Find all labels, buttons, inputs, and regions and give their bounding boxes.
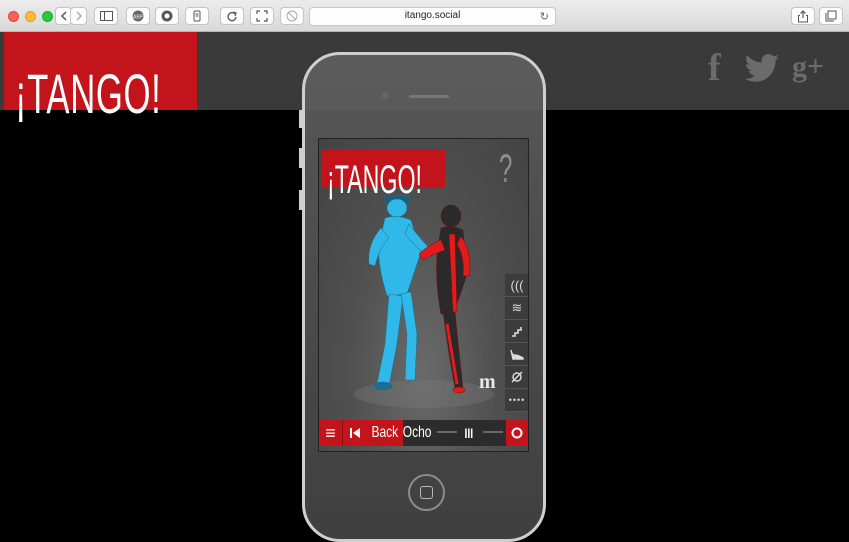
refresh-ext-icon [227, 11, 237, 22]
follow-dancer [418, 204, 471, 394]
playback-controls: ≡ Back Ocho III [319, 420, 528, 446]
app-logo: ¡TANGO! [321, 149, 445, 200]
sidebar-toggle-button[interactable] [94, 7, 118, 25]
menu-button[interactable]: ≡ [319, 420, 343, 446]
move-label: Ocho [402, 424, 432, 441]
tabs-overview-button[interactable] [819, 7, 843, 25]
svg-text:ABP: ABP [133, 15, 144, 21]
waves-icon[interactable]: ≋ [505, 297, 528, 320]
block-icon [286, 10, 298, 22]
abp-icon: ABP [132, 10, 144, 22]
ghostery-icon [161, 10, 173, 22]
fullscreen-icon [256, 10, 268, 22]
minimize-window-button[interactable] [25, 11, 36, 22]
steps-icon[interactable] [505, 320, 528, 343]
no-filter-icon[interactable] [505, 366, 528, 389]
skip-back-icon [350, 428, 360, 438]
google-plus-icon[interactable]: g+ [792, 50, 824, 84]
site-logo[interactable]: ¡TANGO! [4, 32, 197, 122]
browser-toolbar: ABP itango.social ↻ [0, 0, 849, 32]
share-icon [798, 9, 808, 22]
pause-icon: III [464, 425, 474, 441]
tabs-icon [825, 10, 837, 22]
twitter-icon[interactable] [744, 54, 780, 82]
more-dots-icon[interactable]: •••• [505, 389, 528, 412]
sound-icon[interactable]: ((( [505, 274, 528, 297]
help-button[interactable]: ? [499, 149, 512, 189]
block-extension-button[interactable] [280, 7, 304, 25]
reload-icon[interactable]: ↻ [540, 10, 549, 23]
address-bar[interactable]: itango.social ↻ [309, 7, 556, 26]
lead-dancer [368, 195, 434, 391]
chevron-right-icon [75, 11, 82, 21]
maximize-window-button[interactable] [42, 11, 53, 22]
back-label: Back [371, 424, 399, 441]
model-mark[interactable]: m [479, 371, 496, 394]
share-button[interactable] [791, 7, 815, 25]
heel-icon [510, 349, 524, 360]
phone-camera [382, 92, 389, 99]
facebook-icon[interactable]: f [708, 46, 721, 90]
progress-slot-right [483, 431, 503, 433]
forward-nav-button[interactable] [70, 7, 87, 25]
move-sidebar: ((( ≋ •••• [505, 274, 528, 412]
extension-icon [193, 10, 201, 22]
sidebar-icon [99, 11, 113, 21]
fullscreen-extension-button[interactable] [250, 7, 274, 25]
abp-extension-button[interactable]: ABP [126, 7, 150, 25]
empty-set-icon [511, 371, 523, 383]
stairs-icon [512, 327, 522, 337]
chevron-left-icon [60, 11, 67, 21]
ghostery-extension-button[interactable] [155, 7, 179, 25]
circle-icon [511, 427, 523, 439]
menu-icon: ≡ [325, 422, 336, 443]
dancers-illustration [354, 195, 494, 408]
record-button[interactable] [506, 420, 528, 446]
home-square-icon [420, 486, 433, 499]
phone-home-button[interactable] [408, 474, 445, 511]
url-text: itango.social [404, 10, 461, 21]
pause-button[interactable]: III [459, 420, 479, 446]
back-button[interactable]: Back [367, 420, 403, 446]
shoe-icon[interactable] [505, 343, 528, 366]
extension-button[interactable] [185, 7, 209, 25]
phone-speaker [409, 95, 449, 98]
progress-slot [437, 431, 457, 433]
app-screen: ¡TANGO! ? m ((( ≋ •••• ≡ Back Ocho III [318, 138, 529, 452]
move-name[interactable]: Ocho [402, 420, 432, 446]
site-logo-text: ¡TANGO! [15, 62, 162, 125]
close-window-button[interactable] [8, 11, 19, 22]
restart-button[interactable] [343, 420, 367, 446]
reload-extension-button[interactable] [220, 7, 244, 25]
